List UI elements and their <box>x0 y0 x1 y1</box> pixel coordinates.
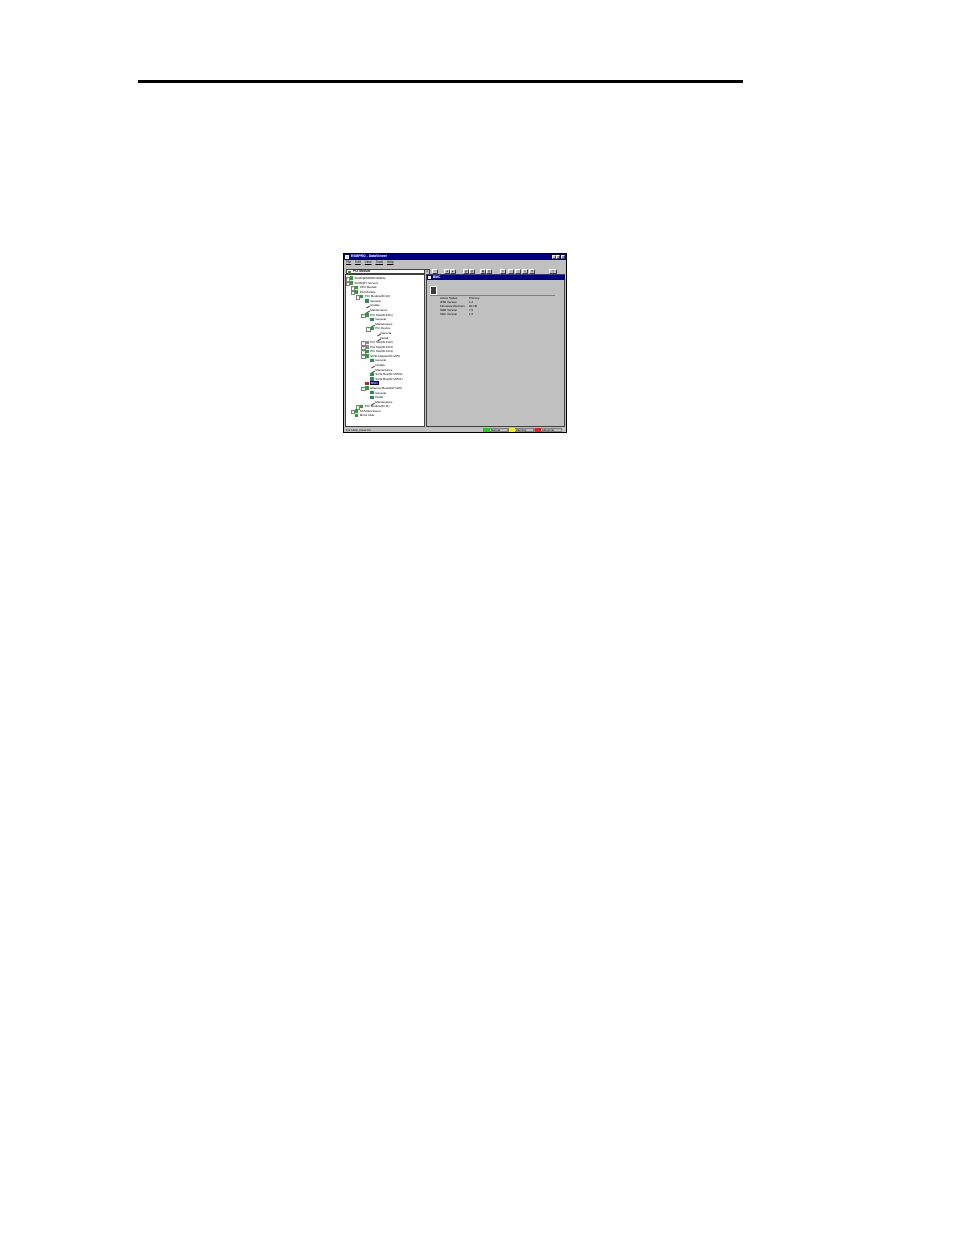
tree-node-label: Maintenance <box>370 308 388 313</box>
tree-view[interactable]: + SCI#1[ESMPRO1RES] - SCI#2[FT Server] + CPU … <box>345 274 425 427</box>
tree-node-label: General <box>370 298 381 303</box>
abnormal-swatch <box>535 428 541 432</box>
close-button[interactable]: × <box>561 255 565 259</box>
legend-normal-label: Normal <box>491 428 501 432</box>
legend-normal: Normal <box>483 428 508 432</box>
module-ok-icon <box>365 386 369 390</box>
tree-node-label: Maintenance <box>375 399 393 404</box>
module-ok-icon <box>359 404 364 409</box>
tree-node-label: BMC <box>370 381 379 386</box>
pane-header: BMC <box>427 275 565 280</box>
module-ok-icon <box>354 409 359 413</box>
tree-node-label: Update <box>370 303 380 308</box>
legend-warning: Warning <box>508 428 534 432</box>
module-ok-icon <box>365 354 369 358</box>
tree-node-label: Mirror Disk <box>359 413 375 418</box>
tree-node-label: Ethernet Board(ID:10/6) <box>370 385 402 390</box>
tree-node-label: PCI Slot(ID:10/1) <box>370 312 393 317</box>
tree-node-label: SCSI Enclosure <box>359 408 381 413</box>
normal-swatch <box>484 428 490 432</box>
minimize-button[interactable]: _ <box>551 255 556 259</box>
tree-node-label: General <box>380 331 392 335</box>
page-top-rule <box>138 80 743 83</box>
pane-divider <box>430 294 555 295</box>
bmc-icon <box>428 276 431 279</box>
tree-node-label: SCI#1[ESMPRO1RES] <box>354 276 386 280</box>
menu-tools[interactable]: Tools <box>376 260 383 264</box>
tree-node-label: PCI Slot(ID:10/3) <box>370 344 393 349</box>
tree-node-label: SCSI Adapter(ID:10/5) <box>370 353 400 358</box>
maximize-button[interactable]: □ <box>556 255 561 259</box>
application-window: ESMPRO - DataViewer _ □ × File Edit View… <box>343 253 567 433</box>
menu-file[interactable]: File <box>346 260 351 264</box>
tree-node-label: Detail <box>380 335 389 340</box>
status-bar: For Help, press F1 Normal Warning Abnorm… <box>344 427 566 433</box>
tree-node-label: SCSI Bus(ID:10/5/0) <box>375 372 403 377</box>
tree-node-label: PCI Slot(ID:10/4) <box>370 349 393 354</box>
tree-node-label: CPU Module <box>359 285 377 290</box>
tree-node-label: General <box>375 317 386 322</box>
chevron-down-icon[interactable]: ▼ <box>424 270 429 274</box>
module-offline-icon <box>365 340 369 345</box>
module-ok-icon <box>365 349 369 354</box>
tree-node-label: Detail <box>375 395 383 400</box>
module-ok-icon <box>354 290 359 294</box>
module-ok-icon <box>370 326 374 331</box>
menu-view[interactable]: View <box>365 260 372 264</box>
property-value: 1.0 <box>469 312 474 316</box>
module-ok-icon <box>349 276 353 280</box>
toolbar: PCI Module ▼ ↑ ◄ ► ▤ ▥ ▦ ▧ ↻ ▪ ▫ ≡ ☰ ? <box>344 266 566 274</box>
module-abnormal-icon <box>365 381 369 386</box>
detail-pane: BMC Active Status Primary IPMI Version 1.0… <box>426 274 565 427</box>
warning-swatch <box>509 428 515 432</box>
info-icon <box>370 390 374 395</box>
tree-node-label: PCI Module(ID:11) <box>364 404 390 409</box>
tree-node-label: SCSI Bus(ID:10/5/1) <box>375 376 403 381</box>
module-ok-icon <box>365 313 369 317</box>
tree-node[interactable]: Mirror Disk <box>354 413 375 418</box>
tree-node-label: General <box>375 390 386 395</box>
menu-help[interactable]: Help <box>387 260 394 264</box>
tree-node-label: Maintenance <box>375 367 393 372</box>
info-icon <box>370 372 374 377</box>
module-offline-icon <box>365 345 369 349</box>
module-ok-icon <box>354 285 359 290</box>
module-ok-icon <box>354 413 359 418</box>
legend-abnormal: Abnormal <box>534 428 562 432</box>
legend-warning-label: Warning <box>516 428 527 432</box>
tree-node-label: PCI Module <box>359 289 376 294</box>
property-row: SDC Version 1.0 <box>440 313 479 317</box>
status-text: For Help, press F1 <box>346 428 371 432</box>
tree-node-label: PCI Module(ID:10) <box>364 294 390 299</box>
info-icon <box>370 377 374 381</box>
tree-node-label: General <box>375 358 386 363</box>
tree-node-label: PCI Slot(ID:10/2) <box>370 340 393 345</box>
property-list: Active Status Primary IPMI Version 1.0 Fir… <box>440 297 479 317</box>
menu-bar: File Edit View Tools Help <box>344 260 568 265</box>
module-select[interactable]: PCI Module ▼ <box>346 269 430 274</box>
module-select-value: PCI Module <box>353 269 371 273</box>
property-key: SDC Version <box>440 312 458 316</box>
module-ok-icon <box>349 281 353 285</box>
legend-abnormal-label: Abnormal <box>542 428 554 432</box>
tree-node-label: Maintenance <box>375 321 393 326</box>
tree-node-label: SCI#2[FT Server] <box>354 280 378 285</box>
tree-node-label: Update <box>375 363 385 368</box>
pane-title: BMC <box>433 275 441 279</box>
menu-edit[interactable]: Edit <box>355 260 361 264</box>
module-ok-icon <box>359 294 364 299</box>
window-title: ESMPRO - DataViewer <box>351 254 387 259</box>
app-icon <box>345 255 349 259</box>
